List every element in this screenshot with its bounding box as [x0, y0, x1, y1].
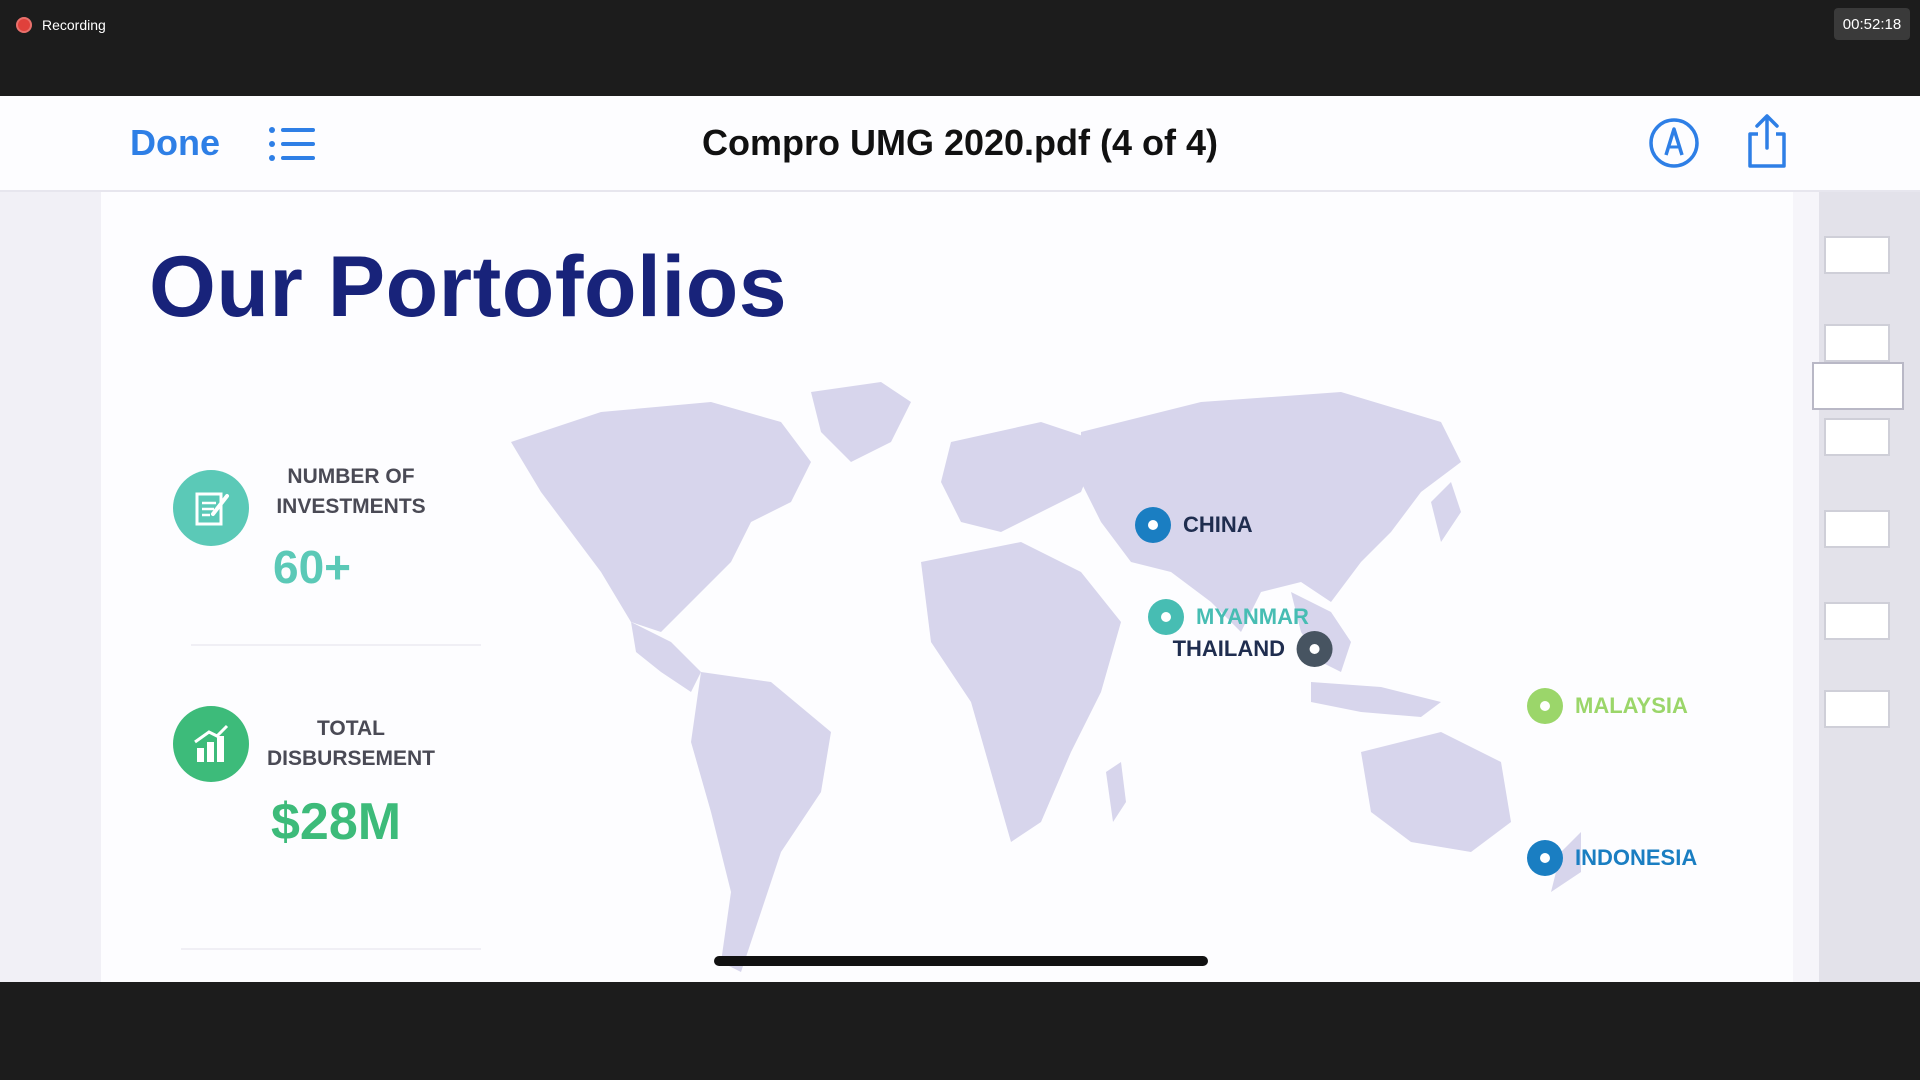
page-thumbnail[interactable] [1824, 324, 1890, 362]
share-icon[interactable] [1744, 112, 1790, 170]
page-thumbnail[interactable] [1824, 236, 1890, 274]
recording-timer: 00:52:18 [1834, 8, 1910, 40]
pdf-viewer-navbar: Done Compro UMG 2020.pdf (4 of 4) [0, 96, 1920, 192]
location-label: INDONESIA [1575, 845, 1698, 870]
disbursement-label: TOTAL DISBURSEMENT [266, 717, 435, 770]
disbursement-value: $28M [271, 793, 402, 851]
disbursement-icon [173, 706, 249, 782]
stat-divider [191, 644, 481, 646]
page-thumbnail-current[interactable] [1812, 362, 1904, 410]
page-thumbnail[interactable] [1824, 418, 1890, 456]
recording-bottom-bar [0, 982, 1920, 1080]
location-myanmar: MYANMAR [1148, 599, 1309, 635]
location-thailand: THAILAND [1173, 631, 1333, 667]
page-thumbnail[interactable] [1824, 510, 1890, 548]
location-label: MALAYSIA [1575, 693, 1688, 718]
page-gutter [0, 192, 101, 982]
bar-chart-icon [194, 724, 229, 762]
markup-pen-icon[interactable] [1648, 117, 1700, 169]
page-thumbnails-sidebar [1819, 192, 1920, 982]
recording-label: Recording [42, 17, 106, 33]
stat-divider [181, 948, 481, 950]
location-china: CHINA [1135, 507, 1253, 543]
investments-value: 60+ [273, 541, 352, 593]
document-edit-icon [195, 492, 229, 526]
investments-label: NUMBER OF INVESTMENTS [276, 465, 426, 518]
pdf-page: Our Portofolios NUMBER OF INVESTMENTS 60… [101, 192, 1793, 982]
recording-dot-icon [16, 17, 32, 33]
location-pin-icon [1527, 840, 1563, 876]
location-label: THAILAND [1172, 636, 1285, 661]
investments-icon [173, 470, 249, 546]
location-pin-icon [1527, 688, 1563, 724]
home-indicator[interactable] [714, 956, 1208, 966]
recording-indicator: Recording [16, 17, 106, 33]
location-label: MYANMAR [1196, 604, 1309, 629]
location-pin-icon [1148, 599, 1184, 635]
location-pin-icon [1297, 631, 1333, 667]
document-title: Compro UMG 2020.pdf (4 of 4) [701, 122, 1219, 163]
recording-bar: Recording 00:52:18 [0, 0, 1920, 96]
slide-title: Our Portofolios [149, 239, 788, 335]
page-thumbnail[interactable] [1824, 602, 1890, 640]
location-indonesia: INDONESIA [1527, 840, 1697, 876]
shared-screen: Done Compro UMG 2020.pdf (4 of 4) Our Po… [0, 96, 1920, 982]
location-malaysia: MALAYSIA [1527, 688, 1688, 724]
location-label: CHINA [1183, 512, 1253, 537]
page-thumbnail[interactable] [1824, 690, 1890, 728]
world-map [511, 382, 1581, 972]
location-pin-icon [1135, 507, 1171, 543]
